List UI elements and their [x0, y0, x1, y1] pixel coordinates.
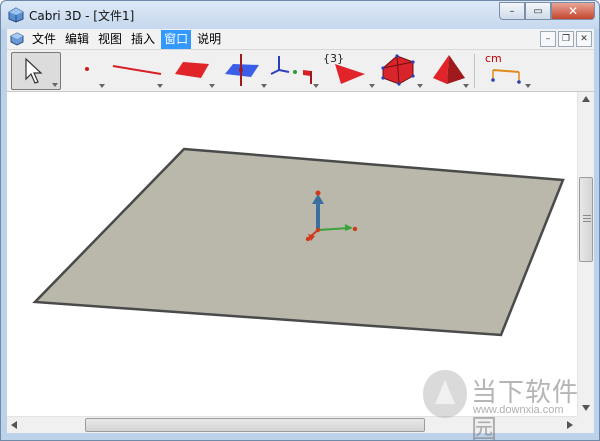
- close-button[interactable]: ✕: [551, 2, 595, 20]
- menu-edit[interactable]: 编辑: [62, 30, 92, 49]
- z-axis-point[interactable]: [315, 190, 321, 196]
- window-title: Cabri 3D - [文件1]: [29, 9, 135, 23]
- transform-tool-dropdown-icon[interactable]: [313, 84, 319, 88]
- perpendicular-tool[interactable]: [219, 52, 269, 90]
- polygon-tool[interactable]: {3}: [323, 52, 377, 90]
- plane-icon: [175, 62, 209, 78]
- origin-point[interactable]: [315, 227, 321, 233]
- line-tool-dropdown-icon[interactable]: [157, 84, 163, 88]
- x-axis-point[interactable]: [305, 236, 311, 242]
- pointer-tool[interactable]: [11, 52, 61, 90]
- menu-window[interactable]: 窗口: [161, 29, 192, 49]
- polyhedron-tool[interactable]: [377, 52, 425, 90]
- line-icon: [112, 65, 162, 75]
- watermark-url: www.downxia.com: [473, 404, 564, 416]
- pyramid-icon: [433, 55, 465, 84]
- measure-tool[interactable]: cm: [479, 52, 533, 90]
- tool-bar: {3} cm: [7, 50, 594, 92]
- menu-bar: 文件 编辑 视图 插入 窗口 说明 – ❐ ✕: [7, 29, 594, 50]
- axes-flag-icon: [270, 56, 312, 84]
- document-window-controls: – ❐ ✕: [540, 31, 592, 47]
- polygon-sides-label: {3}: [323, 52, 344, 65]
- point-icon: [85, 67, 89, 71]
- doc-restore-button[interactable]: ❐: [558, 31, 574, 47]
- polyhedron-icon: [381, 54, 415, 86]
- y-axis-point[interactable]: [352, 226, 358, 232]
- document-icon[interactable]: [9, 31, 25, 47]
- scroll-left-icon[interactable]: [11, 421, 17, 429]
- maximize-button[interactable]: ▭: [525, 2, 551, 20]
- menu-file[interactable]: 文件: [29, 30, 59, 49]
- transform-tool[interactable]: [269, 52, 321, 90]
- horizontal-scroll-thumb[interactable]: [85, 418, 425, 432]
- plane-tool-dropdown-icon[interactable]: [209, 84, 215, 88]
- cabri-app-icon: [8, 7, 24, 23]
- line-tool[interactable]: [109, 52, 165, 90]
- doc-minimize-button[interactable]: –: [540, 31, 556, 47]
- doc-close-button[interactable]: ✕: [576, 31, 592, 47]
- scroll-up-icon[interactable]: [582, 96, 590, 102]
- vertical-scroll-thumb[interactable]: [579, 177, 593, 262]
- toolbar-separator: [474, 54, 475, 88]
- watermark: 当下软件园 www.downxia.com: [421, 366, 591, 441]
- menu-help[interactable]: 说明: [194, 30, 224, 49]
- pyramid-tool-dropdown-icon[interactable]: [463, 84, 469, 88]
- plane-tool[interactable]: [167, 52, 217, 90]
- measure-unit-label: cm: [485, 52, 502, 65]
- base-plane[interactable]: [32, 147, 565, 337]
- menu-insert[interactable]: 插入: [128, 30, 158, 49]
- perpendicular-tool-dropdown-icon[interactable]: [261, 84, 267, 88]
- watermark-logo-icon: [423, 370, 467, 418]
- menu-view[interactable]: 视图: [95, 30, 125, 49]
- measure-tool-dropdown-icon[interactable]: [525, 84, 531, 88]
- point-tool[interactable]: [67, 52, 107, 90]
- polyhedron-tool-dropdown-icon[interactable]: [417, 84, 423, 88]
- title-bar[interactable]: Cabri 3D - [文件1] – ▭ ✕: [1, 1, 599, 29]
- perpendicular-plane-icon: [225, 54, 259, 86]
- minimize-button[interactable]: –: [499, 2, 525, 20]
- polygon-tool-dropdown-icon[interactable]: [369, 84, 375, 88]
- point-tool-dropdown-icon[interactable]: [99, 84, 105, 88]
- app-window: Cabri 3D - [文件1] – ▭ ✕ 文件 编辑 视图 插入 窗口 说明…: [0, 0, 600, 441]
- pointer-tool-dropdown-icon[interactable]: [52, 83, 58, 87]
- window-controls: – ▭ ✕: [499, 2, 595, 20]
- pyramid-tool[interactable]: [427, 52, 471, 90]
